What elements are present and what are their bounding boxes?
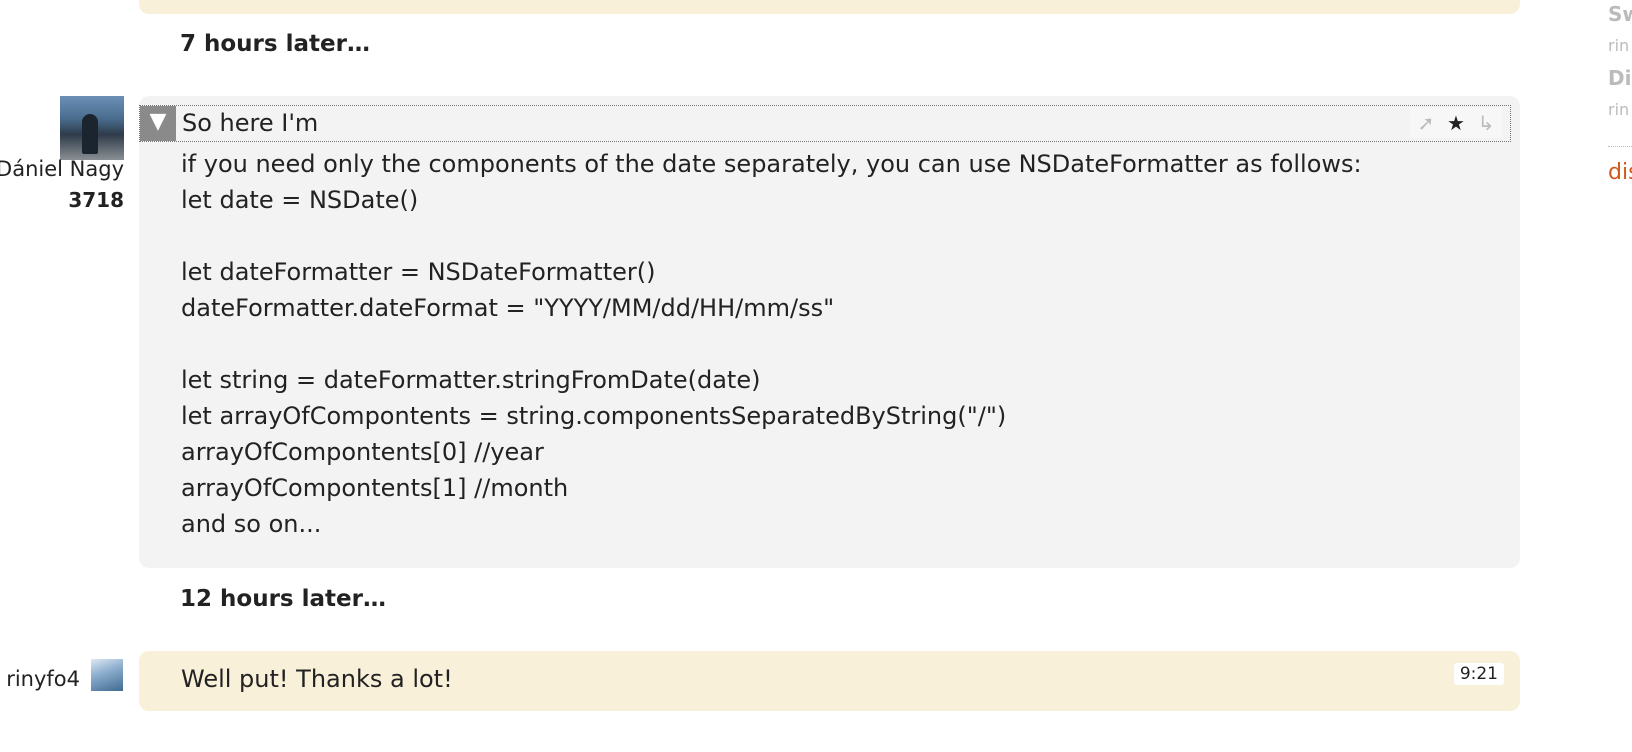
sidebar-item-user: rin [1608, 36, 1630, 55]
username[interactable]: Dániel Nagy [0, 157, 124, 181]
divider [1608, 146, 1632, 147]
message-line: if you need only the components of the d… [181, 150, 1362, 178]
time-separator: 12 hours later… [180, 586, 386, 612]
message-first-line-text: So here I'm [182, 109, 319, 137]
message-line: let date = NSDate() [181, 186, 419, 214]
message-line: arrayOfCompontents[0] //year [181, 438, 544, 466]
message-line: let dateFormatter = NSDateFormatter() [181, 258, 656, 286]
message-line: let arrayOfCompontents = string.componen… [181, 402, 1007, 430]
pin-icon[interactable]: ➚ [1414, 109, 1438, 137]
time-separator: 7 hours later… [180, 31, 370, 57]
user-avatar-icon[interactable] [60, 96, 124, 160]
reply-icon[interactable]: ↳ [1474, 109, 1498, 137]
sidebar-item-title[interactable]: Sw [1608, 2, 1632, 26]
message-actions: ➚ ★ ↳ [1410, 108, 1502, 138]
sidebar-link[interactable]: dis [1608, 160, 1632, 185]
message-line: dateFormatter.dateFormat = "YYYY/MM/dd/H… [181, 294, 835, 322]
username[interactable]: rinyfo4 [6, 667, 80, 691]
sidebar-item-user: rin [1608, 100, 1630, 119]
message-first-line[interactable]: ▼ So here I'm ➚ ★ ↳ [139, 105, 1511, 142]
message-text: Well put! Thanks a lot! [181, 665, 453, 693]
reputation-score: 3718 [68, 188, 124, 212]
star-icon[interactable]: ★ [1444, 109, 1468, 137]
message-timestamp[interactable]: 9:21 [1453, 663, 1504, 685]
message-line: arrayOfCompontents[1] //month [181, 474, 569, 502]
user-avatar-icon[interactable] [91, 659, 123, 691]
sidebar: Sw rin Di rin dis [1608, 0, 1632, 752]
message-line: let string = dateFormatter.stringFromDat… [181, 366, 761, 394]
message-body: if you need only the components of the d… [181, 146, 1362, 542]
message-line [181, 326, 1362, 362]
message-line [181, 218, 1362, 254]
sidebar-item-title[interactable]: Di [1608, 66, 1631, 90]
previous-message-bubble [139, 0, 1520, 14]
triangle-down-icon[interactable]: ▼ [140, 106, 176, 141]
message-line: and so on... [181, 510, 322, 538]
message-bubble: Well put! Thanks a lot! 9:21 [139, 651, 1520, 711]
